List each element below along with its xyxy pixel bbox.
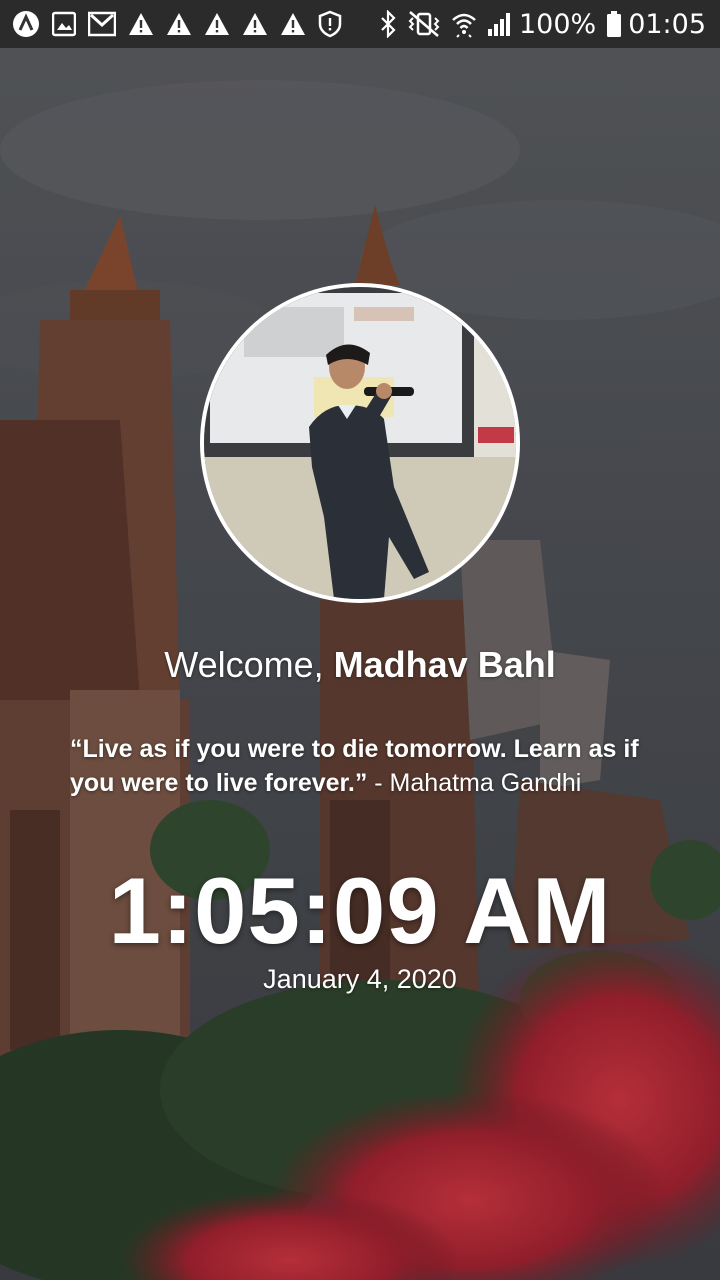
vibrate-mute-icon	[407, 10, 441, 38]
status-bar-clock: 01:05	[628, 8, 706, 40]
gallery-icon	[52, 11, 76, 37]
warning-icon	[280, 12, 306, 36]
warning-icon	[204, 12, 230, 36]
battery-icon	[606, 10, 622, 38]
warning-icon	[166, 12, 192, 36]
shield-alert-icon	[318, 10, 342, 38]
quote-author: - Mahatma Gandhi	[367, 769, 582, 797]
user-name: Madhav Bahl	[333, 644, 556, 685]
signal-icon	[487, 11, 513, 37]
daily-quote: “Live as if you were to die tomorrow. Le…	[70, 732, 660, 800]
clock-date: January 4, 2020	[263, 964, 457, 994]
status-bar-notifications	[12, 10, 354, 38]
gmail-icon	[88, 11, 116, 37]
status-bar-system: 100% 01:05	[369, 9, 706, 40]
app-logo-icon	[12, 10, 40, 38]
warning-icon	[128, 12, 154, 36]
status-bar: 100% 01:05	[0, 0, 720, 48]
welcome-message: Welcome, Madhav Bahl	[0, 642, 720, 688]
battery-percentage: 100%	[518, 8, 597, 40]
welcome-prefix: Welcome,	[164, 644, 334, 685]
background-image	[0, 0, 720, 1280]
bluetooth-icon	[379, 10, 397, 38]
wifi-icon	[451, 10, 477, 38]
clock-time: 1:05:09 AM	[108, 858, 612, 963]
warning-icon	[242, 12, 268, 36]
profile-avatar	[200, 283, 520, 603]
